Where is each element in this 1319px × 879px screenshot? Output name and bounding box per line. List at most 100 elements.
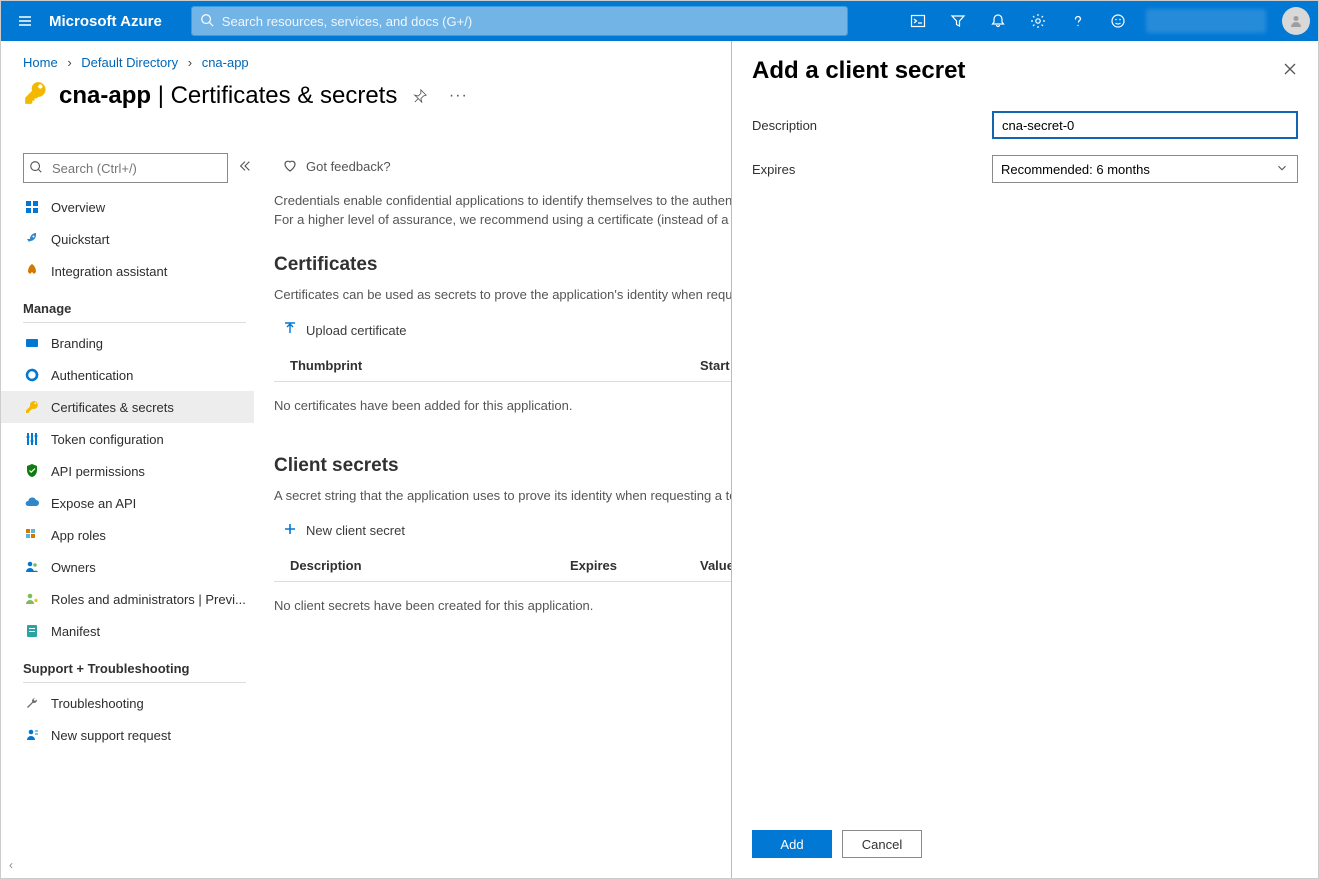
sidebar-item-troubleshooting[interactable]: Troubleshooting <box>1 687 254 719</box>
sidebar-item-label: Overview <box>51 200 105 215</box>
notifications-button[interactable] <box>978 1 1018 41</box>
panel-title: Add a client secret <box>752 57 965 85</box>
add-button[interactable]: Add <box>752 830 832 858</box>
title-app: cna-app <box>59 82 151 109</box>
upload-cert-label: Upload certificate <box>306 323 406 338</box>
gear-icon <box>1030 13 1046 29</box>
sidebar-item-label: Authentication <box>51 368 133 383</box>
expires-value: Recommended: 6 months <box>1001 162 1150 177</box>
sidebar-item-api-permissions[interactable]: API permissions <box>1 455 254 487</box>
search-icon <box>29 160 43 179</box>
sidebar: Overview Quickstart Integration assistan… <box>1 153 254 878</box>
sidebar-item-manifest[interactable]: Manifest <box>1 615 254 647</box>
avatar[interactable] <box>1282 7 1310 35</box>
rocket-icon <box>23 230 41 248</box>
wrench-icon <box>23 694 41 712</box>
chevron-double-left-icon <box>238 159 252 173</box>
new-secret-label: New client secret <box>306 523 405 538</box>
key-icon <box>23 80 49 111</box>
hamburger-menu[interactable] <box>1 13 49 29</box>
breadcrumb-home[interactable]: Home <box>23 55 58 70</box>
hamburger-icon <box>17 13 33 29</box>
person-icon <box>1288 13 1304 29</box>
close-icon <box>1282 61 1298 77</box>
breadcrumb-directory[interactable]: Default Directory <box>81 55 178 70</box>
chevron-down-icon <box>1275 161 1289 178</box>
cloud-icon <box>23 494 41 512</box>
row-description: Description <box>732 103 1318 147</box>
plus-icon <box>282 521 298 540</box>
rocket2-icon <box>23 262 41 280</box>
expires-select[interactable]: Recommended: 6 months <box>992 155 1298 183</box>
sidebar-item-label: Branding <box>51 336 103 351</box>
row-expires: Expires Recommended: 6 months <box>732 147 1318 191</box>
sidebar-item-label: Quickstart <box>51 232 110 247</box>
help-button[interactable] <box>1058 1 1098 41</box>
directory-filter-button[interactable] <box>938 1 978 41</box>
breadcrumb-app[interactable]: cna-app <box>202 55 249 70</box>
filter-icon <box>950 13 966 29</box>
grid-icon <box>23 526 41 544</box>
account-label-masked[interactable] <box>1146 9 1266 33</box>
chevron-right-icon: › <box>61 55 77 70</box>
auth-icon <box>23 366 41 384</box>
global-search-wrap <box>192 7 847 35</box>
smiley-icon <box>1110 13 1126 29</box>
key-icon <box>23 398 41 416</box>
branding-icon <box>23 334 41 352</box>
th-description: Description <box>290 558 570 573</box>
panel-header: Add a client secret <box>732 41 1318 103</box>
panel-footer: Add Cancel <box>732 816 1318 878</box>
cloud-shell-button[interactable] <box>898 1 938 41</box>
sidebar-item-label: Manifest <box>51 624 100 639</box>
sidebar-item-label: Roles and administrators | Previ... <box>51 592 246 607</box>
sidebar-item-label: Token configuration <box>51 432 164 447</box>
cloud-shell-icon <box>910 13 926 29</box>
pin-icon <box>413 89 427 103</box>
help-icon <box>1070 13 1086 29</box>
sliders-icon <box>23 430 41 448</box>
search-icon <box>200 13 214 32</box>
bell-icon <box>990 13 1006 29</box>
collapse-sidebar-button[interactable] <box>238 159 252 178</box>
sidebar-item-token-config[interactable]: Token configuration <box>1 423 254 455</box>
top-bar: Microsoft Azure <box>1 1 1318 41</box>
more-button[interactable]: ··· <box>443 87 473 105</box>
sidebar-group-manage: Manage <box>23 287 246 323</box>
sidebar-item-certs-secrets[interactable]: Certificates & secrets <box>1 391 254 423</box>
sidebar-item-authentication[interactable]: Authentication <box>1 359 254 391</box>
sidebar-item-owners[interactable]: Owners <box>1 551 254 583</box>
sidebar-item-label: Troubleshooting <box>51 696 144 711</box>
sidebar-item-branding[interactable]: Branding <box>1 327 254 359</box>
sidebar-item-label: Integration assistant <box>51 264 167 279</box>
th-thumbprint: Thumbprint <box>290 358 700 373</box>
overview-icon <box>23 198 41 216</box>
settings-button[interactable] <box>1018 1 1058 41</box>
feedback-label: Got feedback? <box>306 159 391 174</box>
document-icon <box>23 622 41 640</box>
description-input[interactable] <box>992 111 1298 139</box>
pin-button[interactable] <box>405 89 435 103</box>
label-description: Description <box>752 118 992 133</box>
label-expires: Expires <box>752 162 992 177</box>
cancel-button[interactable]: Cancel <box>842 830 922 858</box>
people-icon <box>23 558 41 576</box>
global-search-input[interactable] <box>192 7 847 35</box>
feedback-button[interactable] <box>1098 1 1138 41</box>
sidebar-item-integration[interactable]: Integration assistant <box>1 255 254 287</box>
support-icon <box>23 726 41 744</box>
sidebar-item-overview[interactable]: Overview <box>1 191 254 223</box>
scroll-left-hint[interactable]: ‹ <box>9 858 13 872</box>
sidebar-group-support: Support + Troubleshooting <box>23 647 246 683</box>
sidebar-item-expose-api[interactable]: Expose an API <box>1 487 254 519</box>
sidebar-item-label: Certificates & secrets <box>51 400 174 415</box>
sidebar-item-support-request[interactable]: New support request <box>1 719 254 751</box>
sidebar-search-input[interactable] <box>23 153 228 183</box>
sidebar-item-app-roles[interactable]: App roles <box>1 519 254 551</box>
panel-close-button[interactable] <box>1282 57 1298 82</box>
sidebar-item-label: Owners <box>51 560 96 575</box>
sidebar-item-roles-admins[interactable]: Roles and administrators | Previ... <box>1 583 254 615</box>
brand-label[interactable]: Microsoft Azure <box>49 13 192 30</box>
add-client-secret-panel: Add a client secret Description Expires … <box>731 41 1318 878</box>
sidebar-item-quickstart[interactable]: Quickstart <box>1 223 254 255</box>
